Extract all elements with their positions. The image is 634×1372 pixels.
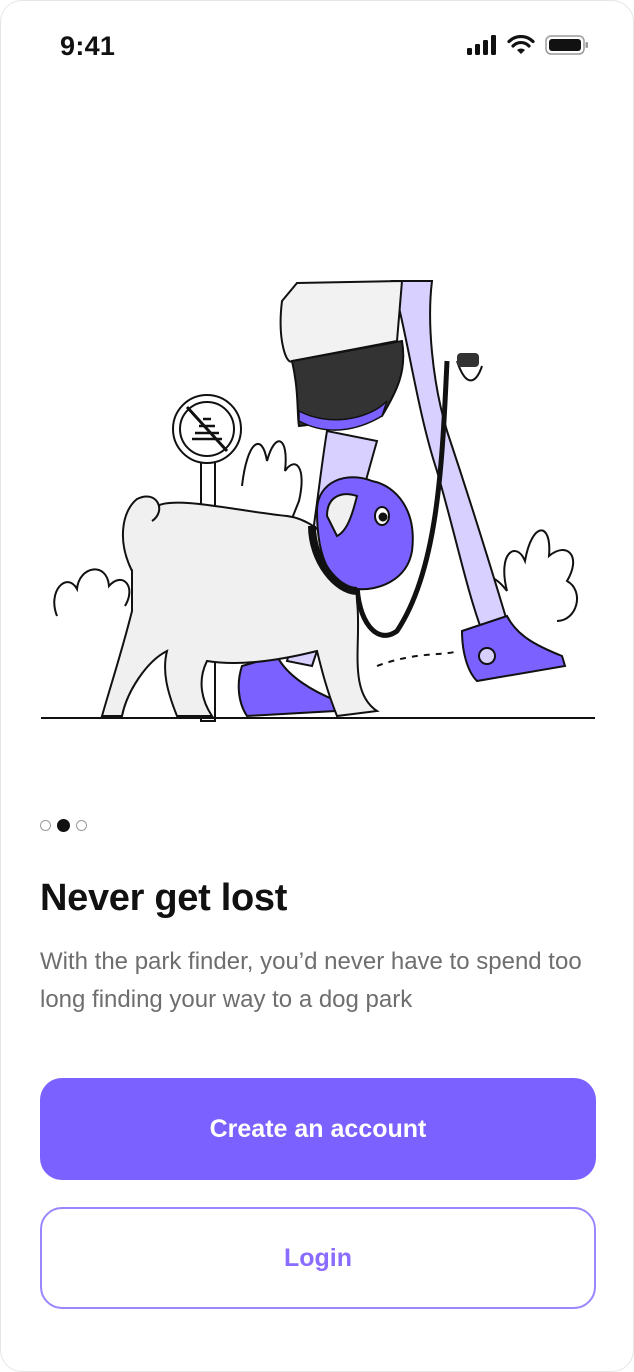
- page-dot-1[interactable]: [40, 820, 51, 831]
- signal-icon: [467, 35, 496, 55]
- status-bar: 9:41: [1, 1, 633, 97]
- dog-walking-illustration: [41, 279, 595, 722]
- page-indicator: [40, 819, 87, 832]
- page-dot-2-active[interactable]: [57, 819, 70, 832]
- onboarding-description: With the park finder, you’d never have t…: [40, 948, 582, 1013]
- wifi-icon: [507, 35, 535, 54]
- battery-icon: [545, 35, 588, 55]
- login-button[interactable]: Login: [40, 1207, 596, 1309]
- onboarding-title: Never get lost: [40, 877, 288, 919]
- motion-line: [376, 650, 458, 667]
- page-dot-3[interactable]: [76, 820, 87, 831]
- phone-screen: 9:41 Never get lost With the park finder…: [0, 0, 634, 1372]
- status-icons: [467, 35, 589, 55]
- create-account-button[interactable]: Create an account: [40, 1078, 596, 1180]
- status-time: 9:41: [60, 31, 116, 61]
